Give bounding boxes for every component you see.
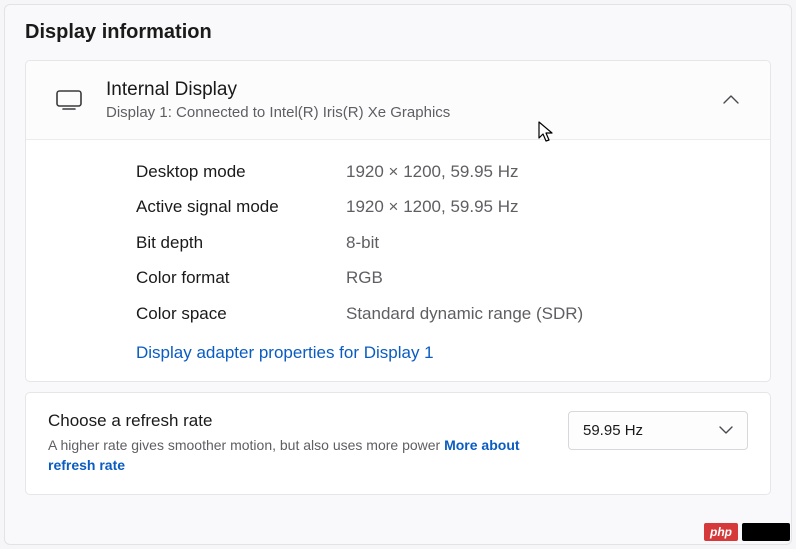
chevron-down-icon	[719, 422, 733, 439]
display-adapter-link[interactable]: Display adapter properties for Display 1	[136, 343, 434, 362]
chevron-up-icon	[716, 95, 746, 105]
prop-label: Color format	[136, 265, 346, 291]
refresh-rate-dropdown[interactable]: 59.95 Hz	[568, 411, 748, 450]
table-row: Desktop mode 1920 × 1200, 59.95 Hz	[136, 154, 746, 190]
prop-value: RGB	[346, 265, 383, 291]
table-row: Color space Standard dynamic range (SDR)	[136, 296, 746, 332]
prop-value: 1920 × 1200, 59.95 Hz	[346, 194, 519, 220]
monitor-icon	[56, 90, 106, 110]
prop-value: 8-bit	[346, 230, 379, 256]
display-title: Internal Display	[106, 77, 716, 103]
table-row: Active signal mode 1920 × 1200, 59.95 Hz	[136, 189, 746, 225]
display-properties: Desktop mode 1920 × 1200, 59.95 Hz Activ…	[26, 140, 770, 382]
prop-label: Active signal mode	[136, 194, 346, 220]
watermark: php	[704, 523, 790, 541]
watermark-badge: php	[704, 523, 738, 541]
display-header-text: Internal Display Display 1: Connected to…	[106, 77, 716, 123]
display-card-header[interactable]: Internal Display Display 1: Connected to…	[26, 61, 770, 140]
prop-label: Bit depth	[136, 230, 346, 256]
table-row: Bit depth 8-bit	[136, 225, 746, 261]
refresh-desc: A higher rate gives smoother motion, but…	[48, 435, 550, 476]
display-card: Internal Display Display 1: Connected to…	[25, 60, 771, 382]
refresh-text: Choose a refresh rate A higher rate give…	[48, 409, 550, 475]
refresh-title: Choose a refresh rate	[48, 409, 550, 433]
prop-value: Standard dynamic range (SDR)	[346, 301, 583, 327]
table-row: Color format RGB	[136, 260, 746, 296]
display-information-panel: Display information Internal Display Dis…	[4, 4, 792, 545]
refresh-desc-text: A higher rate gives smoother motion, but…	[48, 437, 444, 453]
section-title: Display information	[25, 21, 771, 44]
watermark-bar	[742, 523, 790, 541]
dropdown-value: 59.95 Hz	[583, 422, 643, 439]
refresh-rate-card: Choose a refresh rate A higher rate give…	[25, 392, 771, 494]
prop-label: Color space	[136, 301, 346, 327]
prop-label: Desktop mode	[136, 159, 346, 185]
display-subtitle: Display 1: Connected to Intel(R) Iris(R)…	[106, 103, 716, 123]
prop-value: 1920 × 1200, 59.95 Hz	[346, 159, 519, 185]
